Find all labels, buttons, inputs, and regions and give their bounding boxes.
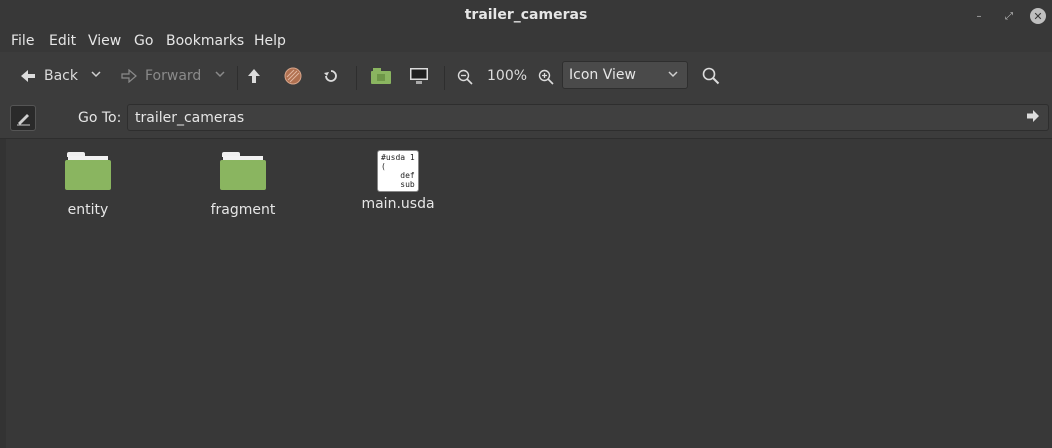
zoom-out-button[interactable] <box>457 69 473 85</box>
close-button[interactable]: ✕ <box>1030 8 1046 24</box>
zoom-in-button[interactable] <box>538 69 554 85</box>
go-arrow-icon[interactable] <box>1026 109 1040 127</box>
menu-help[interactable]: Help <box>254 33 286 49</box>
zoom-in-icon <box>538 69 554 85</box>
search-icon <box>702 67 720 85</box>
menu-bookmarks[interactable]: Bookmarks <box>166 33 244 49</box>
back-history-button[interactable] <box>90 68 102 80</box>
home-icon <box>371 68 391 84</box>
file-name: main.usda <box>361 196 435 212</box>
computer-button[interactable] <box>409 67 429 85</box>
back-arrow-icon <box>21 70 35 82</box>
file-view[interactable] <box>0 139 1052 448</box>
chevron-down-icon <box>91 71 101 78</box>
view-mode-value: Icon View <box>569 67 636 83</box>
maximize-button[interactable]: ⤢ <box>1001 8 1017 24</box>
toolbar: Back Forward 100% Icon View <box>0 54 1052 100</box>
menu-file[interactable]: File <box>11 33 34 49</box>
forward-history-button[interactable] <box>214 68 226 80</box>
stop-button[interactable] <box>284 67 302 85</box>
folder-icon <box>65 152 111 192</box>
file-item-fragment[interactable]: fragment <box>188 150 298 218</box>
title-bar: trailer_cameras – ⤢ ✕ <box>0 0 1052 32</box>
zoom-out-icon <box>457 69 473 85</box>
pencil-icon <box>17 114 30 126</box>
reload-button[interactable] <box>322 67 340 85</box>
forward-button[interactable]: Forward <box>121 68 201 84</box>
menu-bar: File Edit View Go Bookmarks Help <box>0 32 1052 52</box>
up-button[interactable] <box>247 68 261 84</box>
stop-icon <box>284 67 302 85</box>
folder-icon <box>220 152 266 192</box>
back-label: Back <box>44 68 78 84</box>
search-button[interactable] <box>702 67 720 85</box>
file-name: entity <box>67 202 109 218</box>
chevron-down-icon <box>215 71 225 78</box>
menu-edit[interactable]: Edit <box>49 33 76 49</box>
location-bar: Go To: trailer_cameras <box>0 100 1052 139</box>
location-input-value: trailer_cameras <box>135 109 245 126</box>
sidebar-edge <box>0 139 6 448</box>
file-item-main-usda[interactable]: #usda 1 ( def sub main.usda <box>343 150 453 212</box>
text-file-icon: #usda 1 ( def sub <box>377 150 419 192</box>
location-toggle-button[interactable] <box>10 105 36 131</box>
chevron-down-icon <box>667 68 679 83</box>
up-arrow-icon <box>248 69 260 83</box>
window-title: trailer_cameras <box>464 7 588 23</box>
go-to-label: Go To: <box>78 110 122 126</box>
file-item-entity[interactable]: entity <box>33 150 143 218</box>
menu-go[interactable]: Go <box>134 33 153 49</box>
computer-icon <box>410 68 428 84</box>
home-button[interactable] <box>370 67 392 85</box>
file-name: fragment <box>210 202 276 218</box>
menu-view[interactable]: View <box>88 33 121 49</box>
back-button[interactable]: Back <box>20 68 78 84</box>
minimize-button[interactable]: – <box>971 8 987 24</box>
view-mode-select[interactable]: Icon View <box>562 61 688 89</box>
location-input[interactable]: trailer_cameras <box>127 104 1049 131</box>
reload-icon <box>324 70 337 82</box>
forward-label: Forward <box>145 68 202 84</box>
forward-arrow-icon <box>121 69 137 83</box>
zoom-level[interactable]: 100% <box>487 68 527 84</box>
